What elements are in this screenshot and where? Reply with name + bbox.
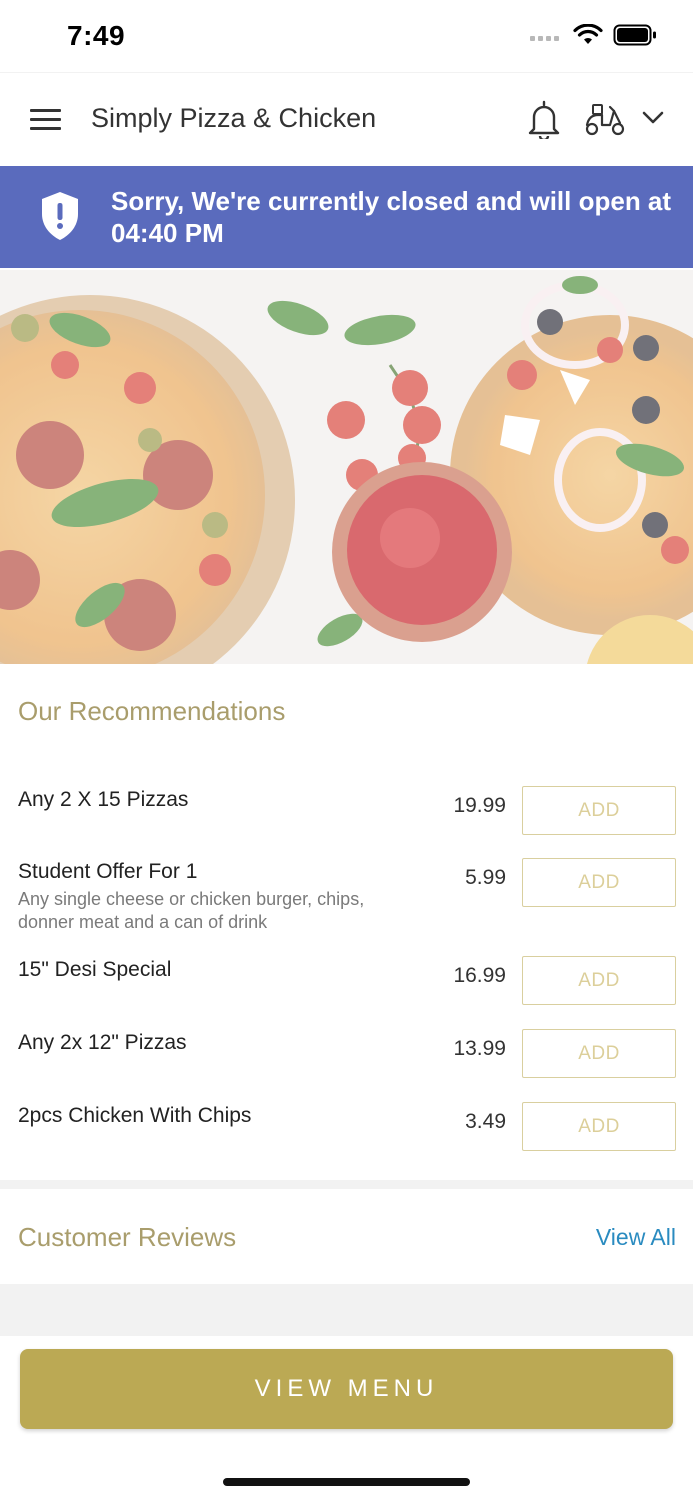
hero-image (0, 270, 693, 664)
list-item: 2pcs Chicken With Chips 3.49 ADD (0, 1102, 693, 1176)
reviews-placeholder (0, 1284, 693, 1336)
add-button[interactable]: ADD (522, 858, 676, 907)
item-price: 3.49 (465, 1110, 506, 1133)
add-button[interactable]: ADD (522, 786, 676, 835)
status-icons (530, 24, 657, 46)
list-item: Student Offer For 1 Any single cheese or… (0, 858, 693, 948)
view-menu-button[interactable]: VIEW MENU (20, 1349, 673, 1429)
section-divider (0, 1180, 693, 1189)
item-name: 2pcs Chicken With Chips (18, 1104, 252, 1127)
item-name: 15" Desi Special (18, 958, 172, 981)
home-indicator (223, 1478, 470, 1486)
list-item: Any 2x 12" Pizzas 13.99 ADD (0, 1029, 693, 1103)
recommendations-title: Our Recommendations (18, 696, 286, 726)
status-time: 7:49 (67, 20, 126, 51)
scooter-delivery-icon[interactable] (584, 103, 626, 137)
item-name: Student Offer For 1 (18, 860, 198, 883)
shield-alert-icon (42, 192, 78, 240)
reviews-title: Customer Reviews (18, 1222, 237, 1252)
item-price: 19.99 (453, 794, 506, 817)
list-item: Any 2 X 15 Pizzas 19.99 ADD (0, 786, 693, 860)
item-description: Any single cheese or chicken burger, chi… (18, 889, 365, 932)
status-bar: 7:49 (0, 0, 693, 72)
add-button[interactable]: ADD (522, 1029, 676, 1078)
item-name: Any 2x 12" Pizzas (18, 1031, 187, 1054)
add-button[interactable]: ADD (522, 956, 676, 1005)
list-item: 15" Desi Special 16.99 ADD (0, 956, 693, 1030)
battery-icon (613, 24, 656, 46)
cellular-signal-icon (530, 35, 559, 41)
item-name: Any 2 X 15 Pizzas (18, 788, 189, 811)
view-all-link[interactable]: View All (596, 1224, 676, 1251)
item-price: 13.99 (453, 1037, 506, 1060)
closed-message: Sorry, We're currently closed and will o… (111, 186, 672, 248)
item-price: 16.99 (453, 964, 506, 987)
store-name: Simply Pizza & Chicken (91, 103, 377, 133)
hamburger-menu-icon[interactable] (30, 109, 61, 131)
chevron-down-icon[interactable] (642, 111, 664, 125)
item-price: 5.99 (465, 866, 506, 889)
wifi-icon (573, 24, 603, 44)
app-header: Simply Pizza & Chicken (0, 72, 693, 166)
bell-icon[interactable] (526, 99, 562, 139)
store-closed-banner: Sorry, We're currently closed and will o… (0, 166, 693, 268)
add-button[interactable]: ADD (522, 1102, 676, 1151)
